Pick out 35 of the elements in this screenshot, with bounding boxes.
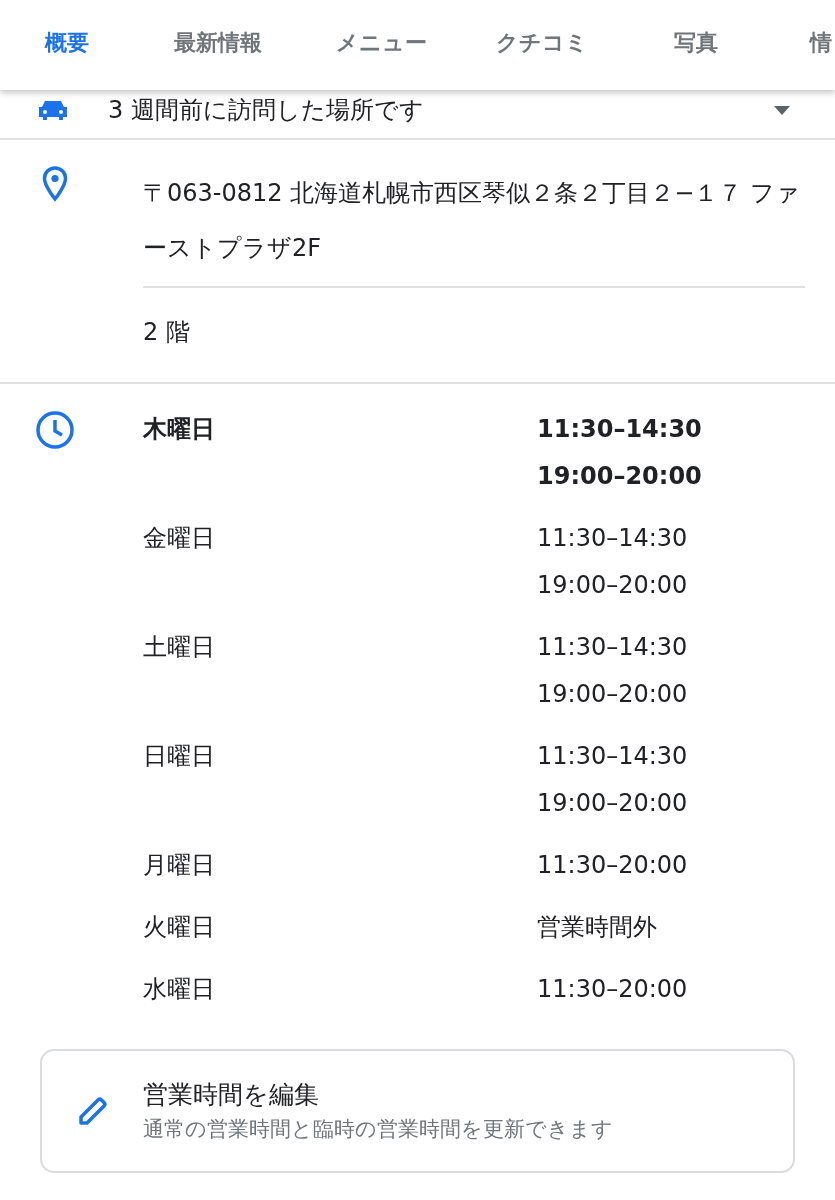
- edit-hours-subtitle: 通常の営業時間と臨時の営業時間を更新できます: [143, 1116, 613, 1143]
- tab[interactable]: 情: [802, 0, 835, 86]
- day-name: 日曜日: [143, 741, 216, 772]
- car-icon: [36, 98, 70, 122]
- clock-icon: [35, 410, 75, 450]
- visited-note: 3 週間前に訪問した場所です: [108, 95, 425, 126]
- address-text: 〒063-0812 北海道札幌市西区琴似２条２丁目２−１７ ファーストプラザ2F: [143, 166, 805, 288]
- day-name: 火曜日: [143, 912, 216, 943]
- tab[interactable]: クチコミ: [472, 0, 632, 86]
- day-name: 土曜日: [143, 632, 216, 663]
- day-name: 水曜日: [143, 974, 216, 1005]
- day-name: 月曜日: [143, 850, 216, 881]
- day-name: 金曜日: [143, 523, 216, 554]
- hours-text: 11:30–20:00: [537, 850, 689, 881]
- day-name: 木曜日: [143, 414, 216, 445]
- hours-text: 19:00–20:00: [537, 570, 689, 601]
- hours-text: 19:00–20:00: [537, 461, 703, 492]
- tab[interactable]: 最新情報: [150, 0, 312, 86]
- hours-text: 11:30–14:30: [537, 523, 689, 554]
- tab[interactable]: 写真: [632, 0, 802, 86]
- hours-text: 19:00–20:00: [537, 679, 689, 710]
- pencil-icon: [76, 1095, 109, 1127]
- location-pin-icon: [42, 166, 68, 202]
- edit-hours-title: 営業時間を編集: [143, 1079, 320, 1111]
- floor-text: 2 階: [143, 317, 191, 348]
- edit-hours-card[interactable]: 営業時間を編集 通常の営業時間と臨時の営業時間を更新できます: [40, 1049, 795, 1173]
- hours-text: 19:00–20:00: [537, 788, 689, 819]
- hours-text: 11:30–14:30: [537, 632, 689, 663]
- hours-text: 11:30–20:00: [537, 974, 689, 1005]
- hours-text: 営業時間外: [537, 912, 658, 943]
- tab[interactable]: 概要: [0, 0, 150, 86]
- chevron-down-icon[interactable]: [773, 106, 791, 116]
- hours-text: 11:30–14:30: [537, 414, 703, 445]
- hours-text: 11:30–14:30: [537, 741, 689, 772]
- tab[interactable]: メニュー: [312, 0, 472, 86]
